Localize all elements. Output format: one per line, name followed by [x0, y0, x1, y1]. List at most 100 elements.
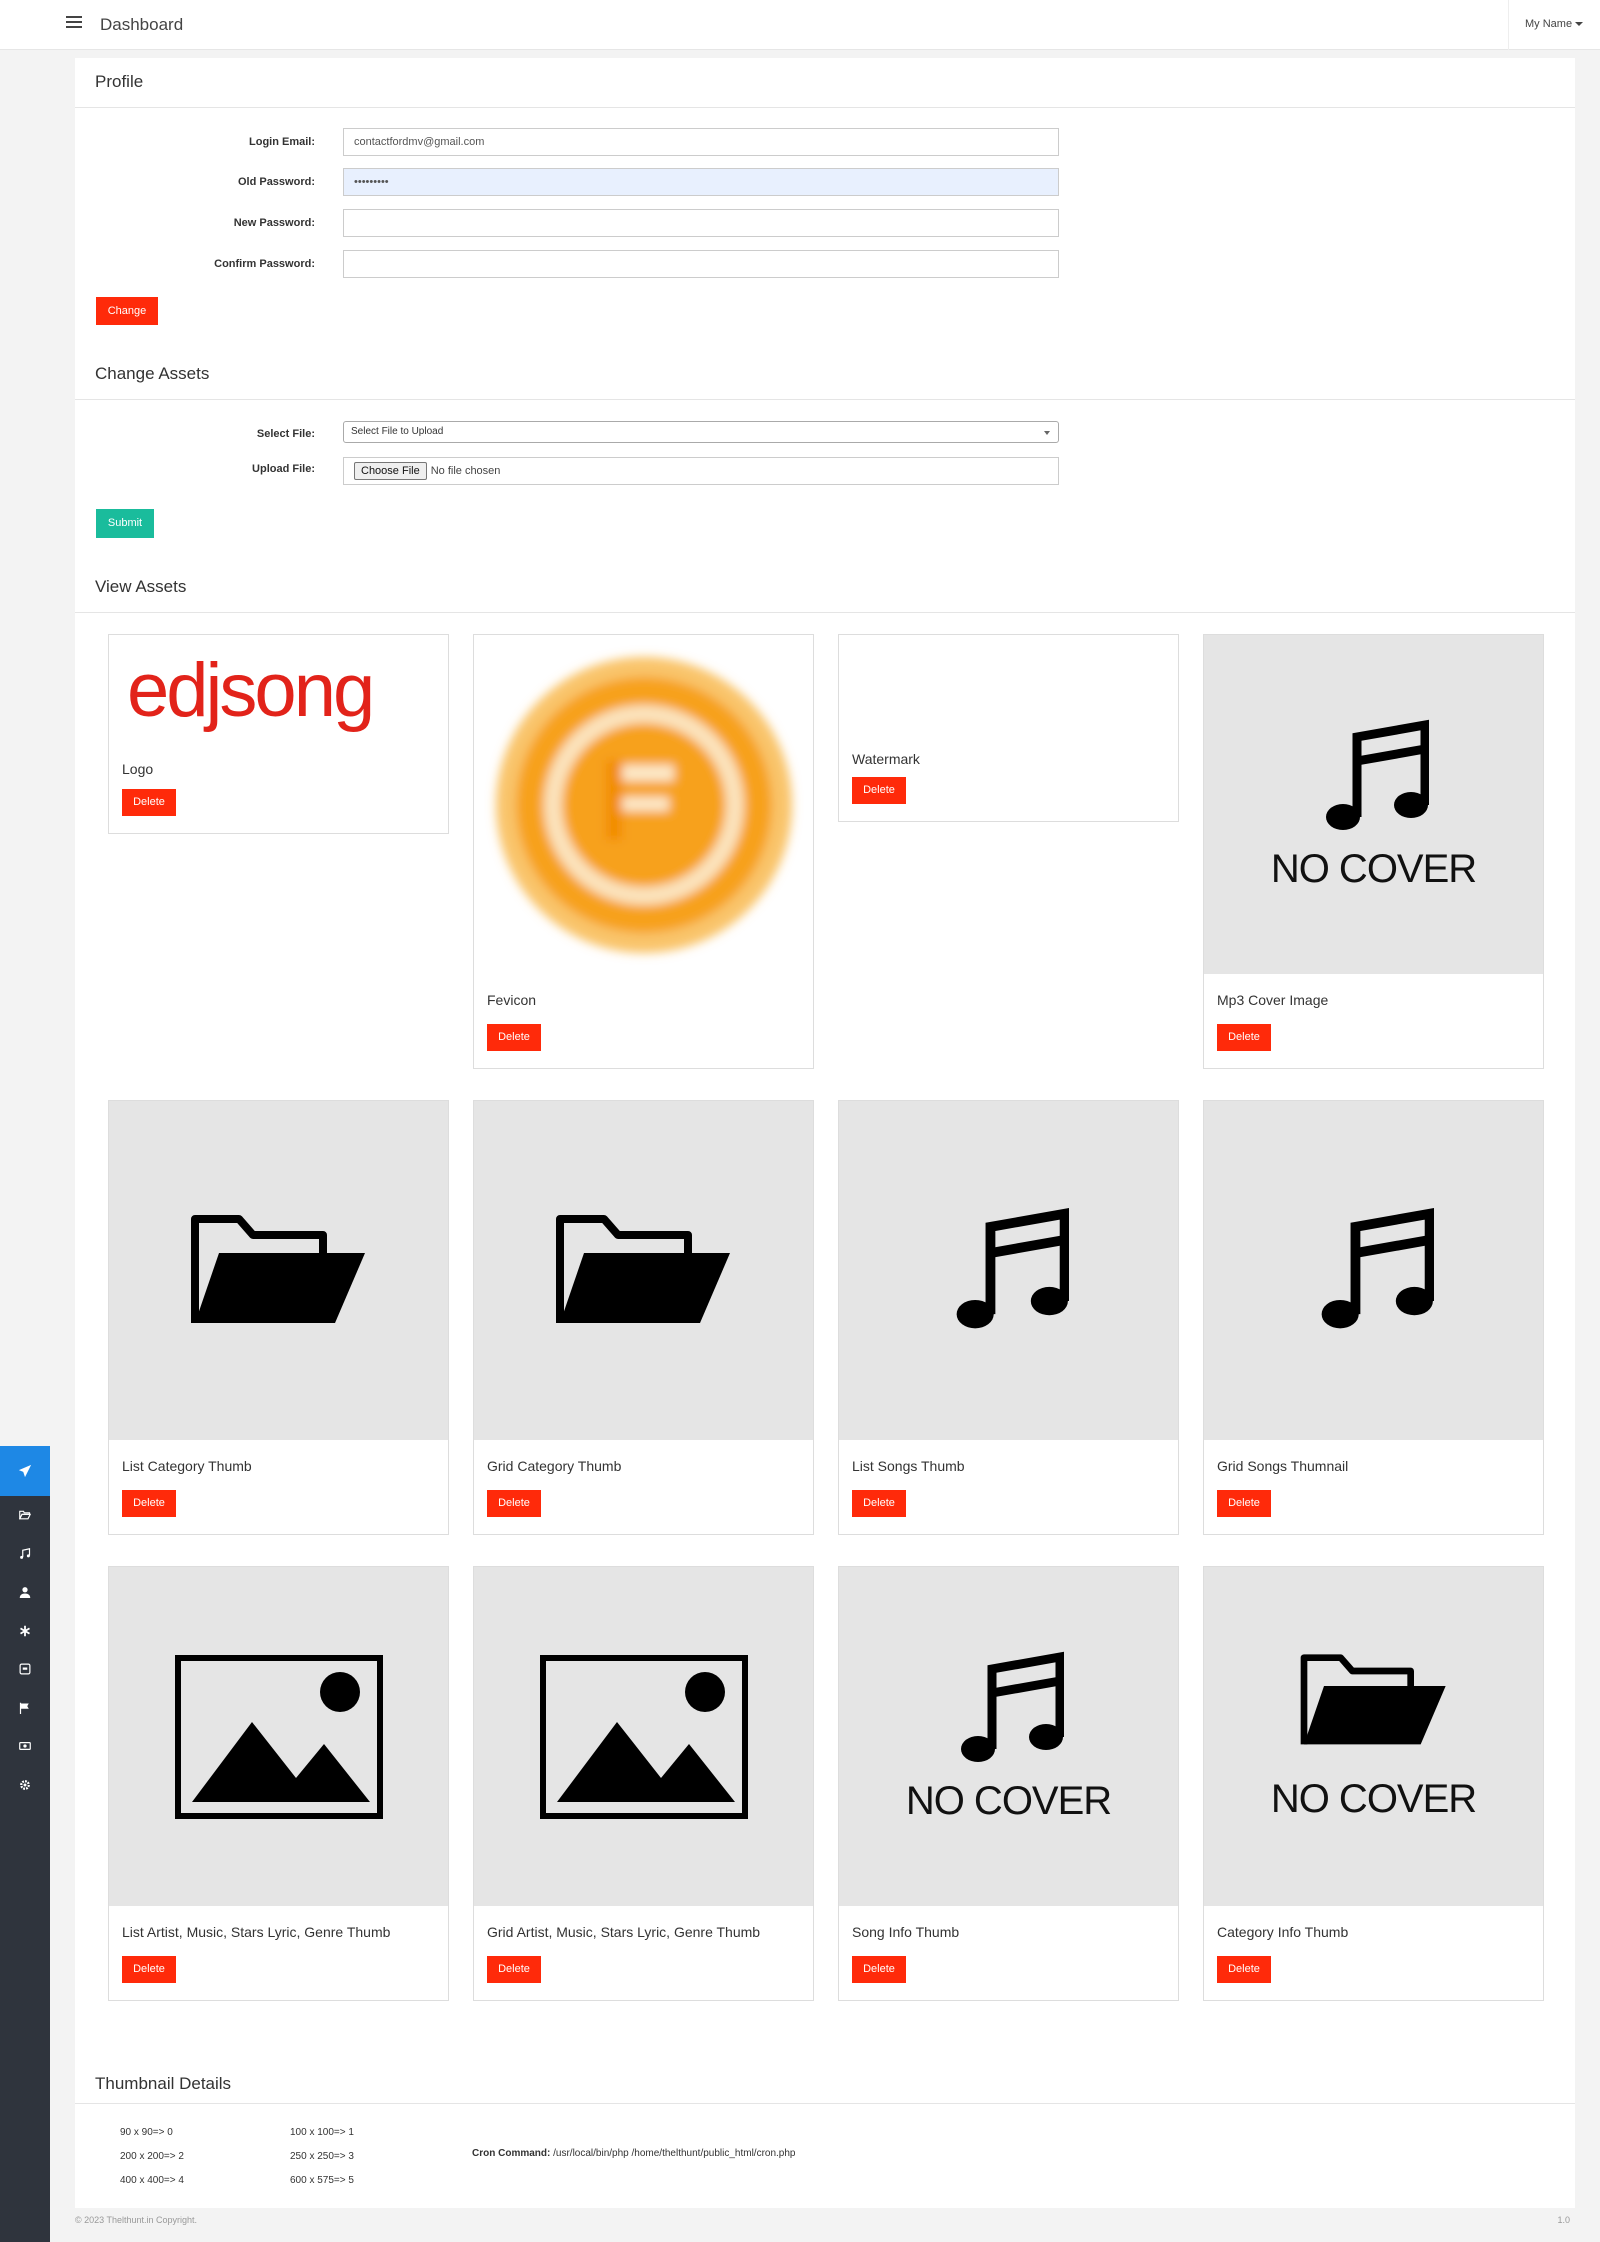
- sidebar-item-reports[interactable]: [0, 1689, 50, 1728]
- asset-card-mp3-cover: NO COVER Mp3 Cover Image Delete: [1203, 634, 1544, 1069]
- sidebar-item-ads[interactable]: [0, 1727, 50, 1766]
- select-file-value: Select File to Upload: [351, 426, 444, 437]
- asset-card-list-songs-thumb: List Songs Thumb Delete: [838, 1100, 1179, 1535]
- folder-open-icon: [19, 1510, 31, 1520]
- favicon-image: [474, 635, 813, 974]
- asset-card-list-artist-thumb: List Artist, Music, Stars Lyric, Genre T…: [108, 1566, 449, 2001]
- asset-card-song-info-thumb: NO COVER Song Info Thumb Delete: [838, 1566, 1179, 2001]
- delete-button[interactable]: Delete: [1217, 1490, 1271, 1517]
- divider: [75, 612, 1575, 613]
- view-assets-heading: View Assets: [95, 577, 187, 596]
- login-email-field[interactable]: [343, 128, 1059, 156]
- divider: [75, 399, 1575, 400]
- sidebar-item-categories[interactable]: [0, 1496, 50, 1535]
- music-note-icon: [960, 1651, 1064, 1762]
- delete-button[interactable]: Delete: [122, 789, 176, 816]
- choose-file-button[interactable]: Choose File: [354, 462, 427, 480]
- sidebar-item-stars[interactable]: [0, 1612, 50, 1651]
- favicon-e-icon: [495, 656, 792, 953]
- delete-button[interactable]: Delete: [852, 1490, 906, 1517]
- asset-card-label: Mp3 Cover Image: [1217, 992, 1329, 1008]
- cron-label: Cron Command:: [472, 2148, 551, 2159]
- new-password-field[interactable]: [343, 209, 1059, 237]
- thumb-size-item: 400 x 400=> 4: [120, 2175, 184, 2186]
- box-icon: [19, 1663, 31, 1675]
- sidebar-item-send[interactable]: [0, 1446, 50, 1496]
- folder-open-icon: [190, 1214, 365, 1323]
- category-info-image: NO COVER: [1204, 1567, 1543, 1906]
- top-navbar: Dashboard My Name: [0, 0, 1600, 50]
- music-icon: [20, 1547, 31, 1559]
- menu-toggle-icon[interactable]: [66, 16, 82, 30]
- sidebar-item-songs[interactable]: [0, 1535, 50, 1574]
- thumb-size-item: 100 x 100=> 1: [290, 2127, 354, 2138]
- image-placeholder-icon: [539, 1654, 748, 1819]
- upload-file-label: Upload File:: [252, 463, 315, 475]
- delete-button[interactable]: Delete: [487, 1024, 541, 1051]
- confirm-password-field[interactable]: [343, 250, 1059, 278]
- divider: [75, 2103, 1575, 2104]
- old-password-label: Old Password:: [237, 176, 315, 188]
- sidebar-item-settings[interactable]: [0, 1766, 50, 1805]
- upload-file-input: Choose File No file chosen: [343, 457, 1059, 485]
- delete-button[interactable]: Delete: [852, 777, 906, 804]
- delete-button[interactable]: Delete: [852, 1956, 906, 1983]
- page-title: Dashboard: [100, 15, 184, 34]
- sidebar-item-genres[interactable]: [0, 1650, 50, 1689]
- logo-image: edjsong: [109, 635, 448, 745]
- song-info-image: NO COVER: [839, 1567, 1178, 1906]
- asset-card-grid-artist-thumb: Grid Artist, Music, Stars Lyric, Genre T…: [473, 1566, 814, 2001]
- cron-value: /usr/local/bin/php /home/thelthunt/publi…: [553, 2148, 796, 2159]
- delete-button[interactable]: Delete: [1217, 1956, 1271, 1983]
- music-note-icon: [1321, 1208, 1434, 1329]
- music-thumb-image: [839, 1101, 1178, 1440]
- asset-card-label: Grid Artist, Music, Stars Lyric, Genre T…: [487, 1924, 761, 1940]
- gear-icon: [20, 1779, 30, 1790]
- submit-button[interactable]: Submit: [96, 509, 154, 538]
- folder-open-icon: [1300, 1654, 1446, 1745]
- change-password-button[interactable]: Change: [96, 297, 158, 325]
- main-panel: Profile Login Email: Old Password: New P…: [75, 58, 1575, 2208]
- asset-card-logo: edjsong Logo Delete: [108, 634, 449, 834]
- thumb-size-item: 250 x 250=> 3: [290, 2151, 354, 2162]
- asset-card-label: Grid Category Thumb: [487, 1458, 622, 1474]
- delete-button[interactable]: Delete: [122, 1956, 176, 1983]
- delete-button[interactable]: Delete: [1217, 1024, 1271, 1051]
- select-file-dropdown[interactable]: Select File to Upload: [343, 421, 1059, 443]
- asset-card-label: Fevicon: [487, 992, 537, 1008]
- asset-card-list-category-thumb: List Category Thumb Delete: [108, 1100, 449, 1535]
- asterisk-icon: [20, 1625, 30, 1636]
- asset-card-watermark: Watermark Delete: [838, 634, 1179, 822]
- image-thumb-image: [109, 1567, 448, 1906]
- flag-icon: [19, 1702, 29, 1714]
- asset-card-label: List Category Thumb: [122, 1458, 252, 1474]
- select-file-label: Select File:: [256, 428, 315, 440]
- delete-button[interactable]: Delete: [487, 1956, 541, 1983]
- asset-card-label: Category Info Thumb: [1217, 1924, 1349, 1940]
- no-cover-text: NO COVER: [1270, 1777, 1477, 1821]
- thumbnail-details-heading: Thumbnail Details: [95, 2074, 232, 2093]
- delete-button[interactable]: Delete: [487, 1490, 541, 1517]
- profile-heading: Profile: [95, 72, 144, 91]
- user-name: My Name: [1525, 18, 1573, 30]
- no-cover-text: NO COVER: [905, 1779, 1112, 1823]
- no-file-text: No file chosen: [430, 465, 501, 477]
- paper-plane-icon: [18, 1464, 32, 1478]
- music-note-icon: [956, 1208, 1069, 1329]
- asset-card-label: Grid Songs Thumnail: [1217, 1458, 1349, 1474]
- footer-copyright: © 2023 Thelthunt.in Copyright.: [75, 2215, 198, 2225]
- change-assets-heading: Change Assets: [95, 364, 210, 383]
- music-note-icon: [1325, 719, 1429, 830]
- asset-card-label: List Artist, Music, Stars Lyric, Genre T…: [122, 1924, 391, 1940]
- login-email-label: Login Email:: [249, 136, 315, 148]
- thumb-size-item: 90 x 90=> 0: [120, 2127, 173, 2138]
- user-icon: [19, 1587, 31, 1599]
- old-password-field[interactable]: [343, 168, 1059, 196]
- dropdown-arrow-icon: [1044, 431, 1050, 435]
- thumb-size-item: 600 x 575=> 5: [290, 2175, 354, 2186]
- logo-text: edjsong: [127, 647, 375, 733]
- delete-button[interactable]: Delete: [122, 1490, 176, 1517]
- sidebar-item-artists[interactable]: [0, 1573, 50, 1612]
- user-menu-dropdown[interactable]: My Name: [1508, 0, 1600, 50]
- divider: [75, 107, 1575, 108]
